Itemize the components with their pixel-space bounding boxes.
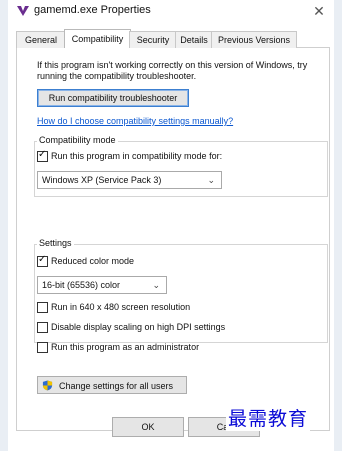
color-depth-select[interactable]: 16-bit (65536) color ⌄	[37, 276, 167, 294]
background-window-left	[0, 0, 8, 451]
tab-general[interactable]: General	[16, 31, 66, 48]
checkbox-box[interactable]: ✓	[37, 254, 48, 267]
checkmark-icon: ✓	[38, 254, 47, 265]
close-icon[interactable]: ✕	[308, 1, 330, 21]
disable-dpi-scaling-checkbox[interactable]: Disable display scaling on high DPI sett…	[37, 322, 317, 334]
tab-previous-versions[interactable]: Previous Versions	[211, 31, 297, 48]
background-window-right	[334, 0, 342, 451]
properties-dialog: gamemd.exe Properties ✕ General Compatib…	[8, 0, 334, 451]
help-link[interactable]: How do I choose compatibility settings m…	[37, 116, 233, 126]
settings-label: Settings	[37, 238, 74, 248]
os-version-select[interactable]: Windows XP (Service Pack 3) ⌄	[37, 171, 222, 189]
change-all-users-button[interactable]: Change settings for all users	[37, 376, 187, 394]
compat-mode-checkbox[interactable]: ✓ Run this program in compatibility mode…	[37, 149, 307, 163]
checkbox-box[interactable]: ✓	[37, 149, 48, 162]
app-icon	[17, 6, 29, 16]
tab-security[interactable]: Security	[129, 31, 177, 48]
checkmark-icon: ✓	[38, 149, 47, 160]
compatibility-mode-label: Compatibility mode	[37, 135, 118, 145]
tab-compatibility[interactable]: Compatibility	[64, 29, 131, 48]
run-640x480-checkbox[interactable]: Run in 640 x 480 screen resolution	[37, 302, 297, 314]
uac-shield-icon	[42, 380, 53, 391]
window-title: gamemd.exe Properties	[34, 4, 151, 16]
chevron-down-icon: ⌄	[152, 280, 160, 290]
intro-text: If this program isn't working correctly …	[37, 60, 308, 81]
checkbox-box[interactable]	[37, 342, 48, 353]
title-bar: gamemd.exe Properties ✕	[8, 0, 334, 22]
ok-button[interactable]: OK	[112, 417, 184, 437]
checkbox-box[interactable]	[37, 302, 48, 313]
run-as-admin-checkbox[interactable]: Run this program as an administrator	[37, 342, 317, 354]
checkbox-box[interactable]	[37, 322, 48, 333]
chevron-down-icon: ⌄	[207, 175, 215, 185]
reduced-color-checkbox[interactable]: ✓ Reduced color mode	[37, 254, 237, 268]
watermark: 最需教育	[226, 404, 311, 431]
run-troubleshooter-button[interactable]: Run compatibility troubleshooter	[37, 89, 189, 107]
tab-details[interactable]: Details	[175, 31, 213, 48]
